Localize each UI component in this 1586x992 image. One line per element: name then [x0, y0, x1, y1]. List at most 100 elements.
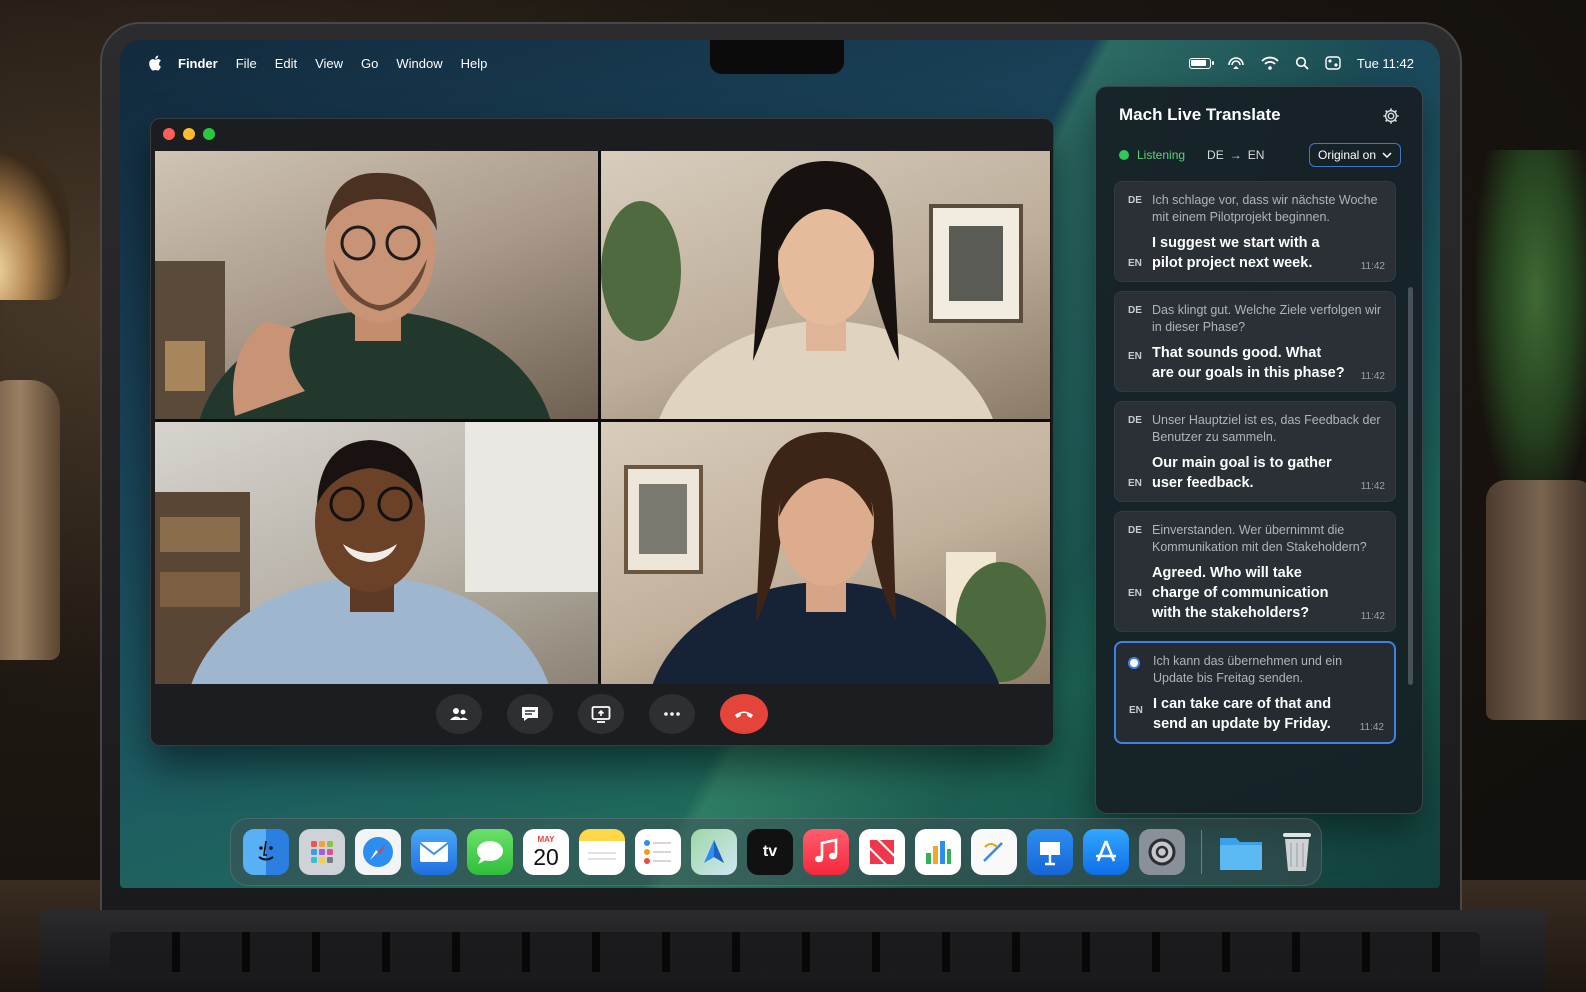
dock-notes-icon[interactable] — [579, 829, 625, 875]
arrow-right-icon: → — [1229, 148, 1242, 162]
source-text: Unser Hauptziel ist es, das Feedback der… — [1152, 413, 1381, 444]
apple-menu-icon[interactable] — [148, 55, 162, 71]
translated-text: Our main goal is to gather user feedback… — [1152, 455, 1332, 491]
dock-trash-icon[interactable] — [1274, 829, 1320, 875]
spotlight-search-icon[interactable] — [1295, 56, 1309, 70]
close-window-button[interactable] — [163, 128, 175, 140]
source-tag: DE — [1128, 305, 1142, 316]
end-call-icon — [735, 711, 753, 718]
participant-grid — [155, 151, 1051, 684]
settings-gear-icon[interactable] — [1382, 107, 1400, 125]
desktop-screen: Finder File Edit View Go Window Help Tue… — [120, 40, 1440, 888]
background-pot — [1486, 480, 1586, 720]
dock: MAY 20 tv — [230, 818, 1322, 886]
call-controls — [151, 683, 1053, 745]
more-options-button[interactable] — [649, 694, 695, 734]
dock-apple-tv-icon[interactable]: tv — [747, 829, 793, 875]
dock-reminders-icon[interactable] — [635, 829, 681, 875]
transcript-entry[interactable]: DE Einverstanden. Wer übernimmt die Komm… — [1114, 511, 1396, 632]
panel-title: Mach Live Translate — [1119, 105, 1281, 124]
entry-time: 11:42 — [1360, 611, 1385, 622]
dock-safari-icon[interactable] — [355, 829, 401, 875]
end-call-button[interactable] — [720, 694, 768, 734]
dock-folder-icon[interactable] — [1218, 829, 1264, 875]
target-tag: EN — [1128, 351, 1142, 362]
background-plant — [1476, 150, 1586, 510]
entry-time: 11:42 — [1360, 481, 1385, 492]
source-tag: DE — [1128, 525, 1142, 536]
participants-button[interactable] — [436, 694, 482, 734]
participant-tile-3[interactable] — [155, 422, 598, 684]
participant-tile-4[interactable] — [601, 422, 1050, 684]
dock-system-settings-icon[interactable] — [1139, 829, 1185, 875]
screen-share-button[interactable] — [578, 694, 624, 734]
source-tag: DE — [1128, 415, 1142, 426]
entry-time: 11:42 — [1359, 722, 1384, 733]
source-tag: DE — [1128, 195, 1142, 206]
dock-calendar-icon[interactable]: MAY 20 — [523, 829, 569, 875]
menu-file[interactable]: File — [236, 56, 257, 71]
menu-window[interactable]: Window — [396, 56, 442, 71]
dock-keynote-icon[interactable] — [1027, 829, 1073, 875]
target-tag: EN — [1128, 478, 1142, 489]
dock-news-icon[interactable] — [859, 829, 905, 875]
live-indicator-icon — [1130, 659, 1138, 667]
chat-button[interactable] — [507, 694, 553, 734]
entry-time: 11:42 — [1360, 371, 1385, 382]
dock-launchpad-icon[interactable] — [299, 829, 345, 875]
status-row: Listening DE → EN Original on — [1119, 143, 1401, 167]
source-text: Ich kann das übernehmen und ein Update b… — [1153, 654, 1343, 685]
dock-music-icon[interactable] — [803, 829, 849, 875]
window-controls — [163, 128, 215, 140]
status-menus: Tue 11:42 — [1188, 50, 1414, 76]
source-text: Ich schlage vor, dass wir nächste Woche … — [1152, 193, 1378, 224]
calendar-month: MAY — [537, 834, 555, 844]
participants-icon — [450, 708, 468, 720]
control-center-icon[interactable] — [1325, 56, 1341, 70]
battery-icon[interactable] — [1188, 57, 1214, 69]
screen-share-icon — [591, 706, 611, 723]
participant-tile-1[interactable] — [155, 151, 598, 419]
menu-go[interactable]: Go — [361, 56, 378, 71]
apple-tv-label: tv — [762, 843, 778, 860]
menu-edit[interactable]: Edit — [275, 56, 297, 71]
background-vase — [0, 380, 60, 660]
zoom-window-button[interactable] — [203, 128, 215, 140]
background-lamp — [0, 150, 70, 300]
minimize-window-button[interactable] — [183, 128, 195, 140]
menu-clock[interactable]: Tue 11:42 — [1357, 56, 1414, 71]
transcript-entry[interactable]: DE Das klingt gut. Welche Ziele verfolge… — [1114, 291, 1396, 392]
dock-mail-icon[interactable] — [411, 829, 457, 875]
dock-maps-icon[interactable] — [691, 829, 737, 875]
dock-app-store-icon[interactable] — [1083, 829, 1129, 875]
transcript-entry[interactable]: DE Unser Hauptziel ist es, das Feedback … — [1114, 401, 1396, 502]
entry-time: 11:42 — [1360, 261, 1385, 272]
transcript-entry[interactable]: DE Ich schlage vor, dass wir nächste Woc… — [1114, 181, 1396, 282]
target-language[interactable]: EN — [1248, 148, 1265, 162]
wifi-icon[interactable] — [1261, 56, 1279, 70]
listening-indicator-icon — [1119, 150, 1129, 160]
source-text: Das klingt gut. Welche Ziele verfolgen w… — [1152, 303, 1382, 334]
source-language[interactable]: DE — [1207, 148, 1224, 162]
dock-freeform-icon[interactable] — [971, 829, 1017, 875]
menu-help[interactable]: Help — [461, 56, 488, 71]
dock-separator — [1201, 830, 1202, 874]
original-mode-dropdown[interactable]: Original on — [1309, 143, 1401, 167]
participant-4-video — [624, 432, 1046, 684]
dock-messages-icon[interactable] — [467, 829, 513, 875]
menu-app-name[interactable]: Finder — [178, 56, 218, 71]
chevron-down-icon — [1382, 152, 1392, 158]
menu-view[interactable]: View — [315, 56, 343, 71]
listening-status: Listening — [1137, 148, 1186, 162]
dock-finder-icon[interactable] — [243, 829, 289, 875]
chat-icon — [522, 707, 538, 721]
dock-numbers-icon[interactable] — [915, 829, 961, 875]
participant-tile-2[interactable] — [601, 151, 1050, 419]
transcript-scrollbar[interactable] — [1408, 287, 1413, 685]
target-tag: EN — [1128, 258, 1142, 269]
airplay-audio-icon[interactable] — [1227, 56, 1245, 70]
target-tag: EN — [1129, 705, 1143, 716]
translate-panel: Mach Live Translate Listening DE → EN Or… — [1095, 86, 1423, 814]
transcript-entry-live[interactable]: Ich kann das übernehmen und ein Update b… — [1114, 641, 1396, 744]
participant-2-video — [601, 161, 1023, 419]
